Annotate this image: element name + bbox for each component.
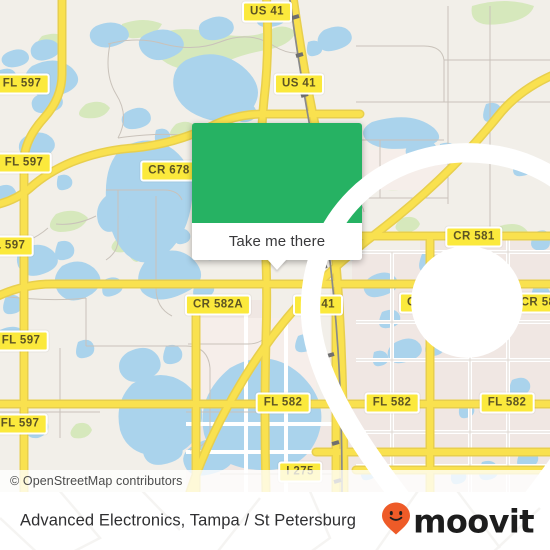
map-canvas[interactable]: US 41FL 597US 41FL 597CR 678CR 581FL 597…	[0, 0, 550, 492]
location-popup[interactable]: Take me there	[192, 123, 550, 492]
road-shield: FL 597	[0, 330, 49, 352]
road-shield: FL 597	[0, 152, 52, 174]
road-shield: CR 678	[140, 160, 198, 182]
take-me-there-label: Take me there	[228, 233, 326, 250]
popup-header	[192, 123, 550, 492]
road-shield: FL 597	[0, 413, 48, 435]
road-shield: FL 597	[0, 235, 34, 257]
moovit-wordmark: moovit	[413, 502, 534, 540]
footer-bar: Advanced Electronics, Tampa / St Petersb…	[0, 492, 550, 550]
road-shield: US 41	[274, 73, 324, 95]
road-shield: FL 597	[0, 73, 50, 95]
attribution-text: © OpenStreetMap contributors	[10, 474, 183, 488]
popup-tail	[267, 259, 287, 270]
road-shield: US 41	[242, 1, 292, 23]
moovit-smiley-pin-icon	[381, 502, 411, 541]
moovit-logo[interactable]: moovit	[381, 502, 535, 541]
location-caption: Advanced Electronics, Tampa / St Petersb…	[20, 511, 356, 530]
map-screenshot: US 41FL 597US 41FL 597CR 678CR 581FL 597…	[0, 0, 550, 550]
popup-footer[interactable]: Take me there	[192, 223, 362, 270]
